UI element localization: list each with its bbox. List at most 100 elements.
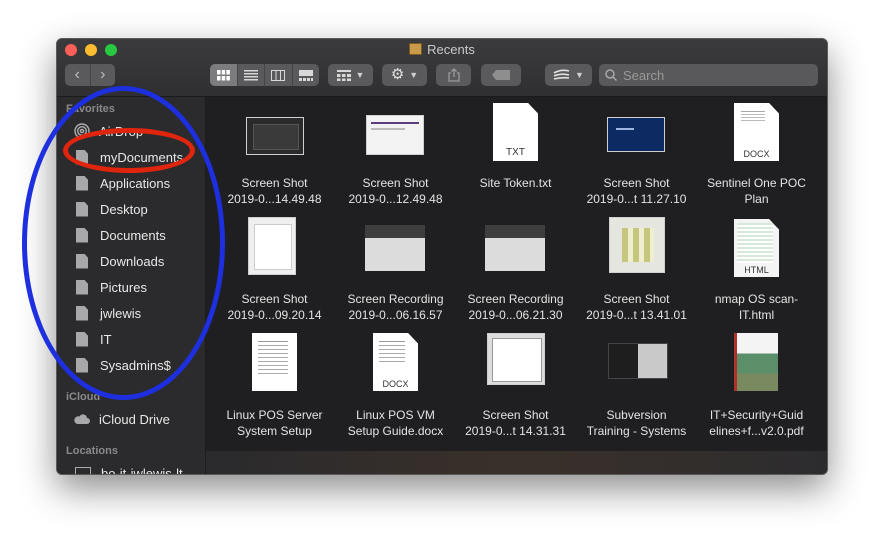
- sidebar-item-jwlewis[interactable]: jwlewis: [74, 303, 141, 323]
- file-item[interactable]: Screen Shot 2019-0...12.49.48: [335, 97, 456, 213]
- file-name: Screen Recording 2019-0...06.16.57: [347, 292, 444, 322]
- sidebar-item-pictures[interactable]: Pictures: [74, 277, 147, 297]
- window-title-text: Recents: [427, 42, 475, 57]
- file-name: Subversion Training - Systems: [586, 408, 687, 438]
- file-item[interactable]: Screen Shot 2019-0...t 13.41.01: [576, 213, 697, 329]
- gear-icon: ⚙: [390, 66, 405, 83]
- file-extension-label: DOCX: [743, 149, 770, 159]
- edit-tags-button[interactable]: [481, 64, 521, 86]
- columns-icon: [271, 69, 286, 81]
- action-menu-button[interactable]: ⚙ ▼: [382, 64, 427, 86]
- share-button[interactable]: [436, 64, 471, 86]
- sidebar-item-applications[interactable]: Applications: [74, 173, 170, 193]
- sidebar-item-mydocuments[interactable]: myDocuments: [74, 147, 183, 167]
- column-view-button[interactable]: [265, 64, 293, 86]
- folder-icon: [76, 227, 88, 243]
- search-field[interactable]: [599, 64, 818, 86]
- recording-thumbnail: [365, 225, 425, 271]
- gallery-view-button[interactable]: [293, 64, 320, 86]
- folder-icon: [76, 175, 88, 191]
- back-button[interactable]: ‹: [65, 64, 91, 86]
- file-item[interactable]: Linux POS Server System Setup: [214, 329, 335, 445]
- pdf-thumbnail: [734, 333, 778, 391]
- file-item[interactable]: DOCX Sentinel One POC Plan: [696, 97, 817, 213]
- sidebar-item-label: myDocuments: [100, 149, 184, 165]
- sidebar-item-label: Applications: [100, 175, 171, 191]
- file-item[interactable]: DOCX Linux POS VM Setup Guide.docx: [335, 329, 456, 445]
- file-extension-label: HTML: [744, 265, 769, 275]
- file-item[interactable]: Subversion Training - Systems: [576, 329, 697, 445]
- file-name: IT+Security+Guid elines+f...v2.0.pdf: [709, 408, 804, 438]
- sidebar-item-documents[interactable]: Documents: [74, 225, 166, 245]
- sidebar-item-downloads[interactable]: Downloads: [74, 251, 164, 271]
- sidebar-locations-header: Locations: [66, 445, 118, 457]
- sidebar-item-airdrop[interactable]: AirDrop: [74, 121, 143, 141]
- document-thumbnail: [252, 333, 297, 391]
- file-name: Screen Shot 2019-0...t 11.27.10: [586, 176, 687, 206]
- gallery-icon: [298, 69, 313, 81]
- thumbnail-detail: [371, 122, 419, 124]
- folder-icon: [76, 201, 88, 217]
- word-document-icon: DOCX: [734, 103, 779, 161]
- sidebar-item-label: iCloud Drive: [99, 411, 170, 427]
- sidebar-item-computer[interactable]: bo-it-jwlewis-lt: [74, 463, 183, 475]
- slide-thumbnail: [608, 343, 668, 379]
- file-item[interactable]: IT+Security+Guid elines+f...v2.0.pdf: [696, 329, 817, 445]
- chevron-down-icon: ▼: [355, 70, 365, 80]
- file-extension-label: DOCX: [382, 379, 409, 389]
- thumbnail-detail: [741, 111, 765, 112]
- sidebar-item-label: jwlewis: [100, 305, 142, 321]
- connection-icon: [553, 69, 570, 80]
- sidebar-item-sysadmins[interactable]: Sysadmins$: [74, 355, 171, 375]
- file-item[interactable]: TXT Site Token.txt: [455, 97, 576, 213]
- chevron-right-icon: ›: [100, 66, 106, 83]
- share-icon: [447, 68, 460, 82]
- connect-server-button[interactable]: ▼: [545, 64, 592, 86]
- sidebar-item-label: Sysadmins$: [100, 357, 171, 373]
- recents-icon: [409, 43, 423, 55]
- thumbnail-detail: [616, 128, 634, 130]
- computer-icon: [75, 467, 91, 474]
- search-icon: [605, 69, 617, 81]
- chevron-left-icon: ‹: [74, 66, 80, 83]
- screenshot-thumbnail: [607, 117, 665, 152]
- thumbnail-detail: [253, 124, 299, 150]
- file-item[interactable]: Screen Recording 2019-0...06.21.30: [455, 213, 576, 329]
- thumbnail-detail: [492, 338, 542, 382]
- sidebar-item-it[interactable]: IT: [74, 329, 112, 349]
- sidebar-item-label: Documents: [100, 227, 166, 243]
- file-item[interactable]: Screen Shot 2019-0...14.49.48: [214, 97, 335, 213]
- sidebar-item-label: bo-it-jwlewis-lt: [101, 465, 183, 475]
- file-item[interactable]: Screen Shot 2019-0...09.20.14: [214, 213, 335, 329]
- group-grid-icon: [336, 69, 351, 81]
- file-item[interactable]: Screen Shot 2019-0...t 11.27.10: [576, 97, 697, 213]
- chevron-down-icon: ▼: [409, 70, 419, 80]
- file-name: Screen Shot 2019-0...09.20.14: [227, 292, 322, 322]
- thumbnail-detail: [622, 228, 654, 262]
- folder-icon: [76, 149, 88, 165]
- thumbnail-detail: [371, 128, 405, 130]
- group-by-button[interactable]: ▼: [328, 64, 373, 86]
- sidebar: Favorites AirDrop myDocuments Applicatio…: [57, 97, 206, 474]
- partial-next-row: [206, 451, 827, 474]
- search-input[interactable]: [621, 66, 805, 84]
- file-item[interactable]: Screen Shot 2019-0...t 14.31.31: [455, 329, 576, 445]
- folder-icon: [76, 279, 88, 295]
- tag-icon: [492, 70, 510, 80]
- window-title: Recents: [57, 42, 827, 58]
- screenshot-thumbnail: [487, 333, 545, 385]
- screenshot-thumbnail: [248, 217, 296, 275]
- sidebar-item-icloud-drive[interactable]: iCloud Drive: [74, 409, 170, 429]
- toolbar: Recents ‹ › ▼ ⚙ ▼ ▼ Search: [57, 39, 827, 97]
- chevron-down-icon: ▼: [575, 70, 584, 80]
- icon-view-button[interactable]: [210, 64, 238, 86]
- forward-button[interactable]: ›: [91, 64, 116, 86]
- file-item[interactable]: HTML nmap OS scan- IT.html: [696, 213, 817, 329]
- file-item[interactable]: Screen Recording 2019-0...06.16.57: [335, 213, 456, 329]
- sidebar-item-label: AirDrop: [99, 123, 144, 139]
- recording-thumbnail: [485, 225, 545, 271]
- file-name: Sentinel One POC Plan: [707, 176, 806, 206]
- cloud-icon: [74, 414, 90, 424]
- list-view-button[interactable]: [238, 64, 265, 86]
- sidebar-item-desktop[interactable]: Desktop: [74, 199, 148, 219]
